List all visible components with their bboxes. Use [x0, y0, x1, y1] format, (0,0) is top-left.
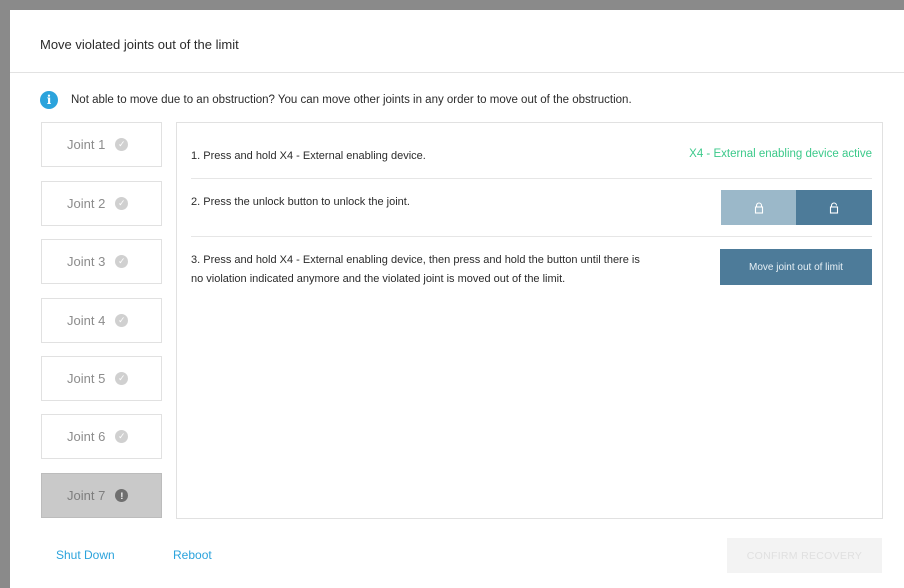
- lock-button[interactable]: [721, 190, 796, 225]
- move-joint-out-of-limit-button[interactable]: Move joint out of limit: [720, 249, 872, 285]
- info-icon: i: [40, 91, 58, 109]
- step-3-line-2: no violation indicated anymore and the v…: [191, 273, 566, 285]
- joint-4-tab[interactable]: Joint 4 ✓: [41, 298, 162, 343]
- check-icon: ✓: [115, 314, 129, 327]
- check-icon: ✓: [115, 138, 129, 151]
- steps-panel: 1. Press and hold X4 - External enabling…: [176, 122, 883, 519]
- info-text: Not able to move due to an obstruction? …: [71, 94, 632, 106]
- joint-3-tab[interactable]: Joint 3 ✓: [41, 239, 162, 284]
- step-1-text: 1. Press and hold X4 - External enabling…: [191, 150, 426, 162]
- check-icon: ✓: [115, 255, 129, 268]
- confirm-recovery-button[interactable]: CONFIRM RECOVERY: [727, 538, 882, 573]
- joint-label: Joint 2: [67, 196, 106, 211]
- recovery-dialog: Move violated joints out of the limit i …: [10, 10, 904, 588]
- step-3-line-1: 3. Press and hold X4 - External enabling…: [191, 254, 640, 266]
- joint-6-tab[interactable]: Joint 6 ✓: [41, 414, 162, 459]
- joint-label: Joint 7: [67, 488, 106, 503]
- check-icon: ✓: [115, 372, 129, 385]
- lock-toggle: [721, 190, 872, 225]
- enabling-device-status: X4 - External enabling device active: [689, 148, 872, 160]
- divider: [191, 236, 872, 237]
- step-3-text: 3. Press and hold X4 - External enabling…: [191, 251, 640, 289]
- info-banner: i Not able to move due to an obstruction…: [40, 90, 632, 110]
- shut-down-link[interactable]: Shut Down: [56, 548, 115, 562]
- joint-label: Joint 4: [67, 313, 106, 328]
- joint-label: Joint 5: [67, 371, 106, 386]
- exclamation-icon: !: [115, 489, 129, 502]
- check-icon: ✓: [115, 430, 129, 443]
- check-icon: ✓: [115, 197, 129, 210]
- unlock-button[interactable]: [796, 190, 872, 225]
- step-2-text: 2. Press the unlock button to unlock the…: [191, 196, 410, 208]
- joint-7-tab[interactable]: Joint 7 !: [41, 473, 162, 518]
- reboot-link[interactable]: Reboot: [173, 548, 212, 562]
- dialog-title: Move violated joints out of the limit: [40, 37, 239, 52]
- joint-label: Joint 1: [67, 137, 106, 152]
- divider: [191, 178, 872, 179]
- joint-label: Joint 6: [67, 429, 106, 444]
- joint-5-tab[interactable]: Joint 5 ✓: [41, 356, 162, 401]
- joint-label: Joint 3: [67, 254, 106, 269]
- joint-2-tab[interactable]: Joint 2 ✓: [41, 181, 162, 226]
- lock-icon: [754, 201, 763, 214]
- unlock-icon: [829, 201, 839, 214]
- dialog-header: Move violated joints out of the limit: [10, 10, 904, 73]
- joint-1-tab[interactable]: Joint 1 ✓: [41, 122, 162, 167]
